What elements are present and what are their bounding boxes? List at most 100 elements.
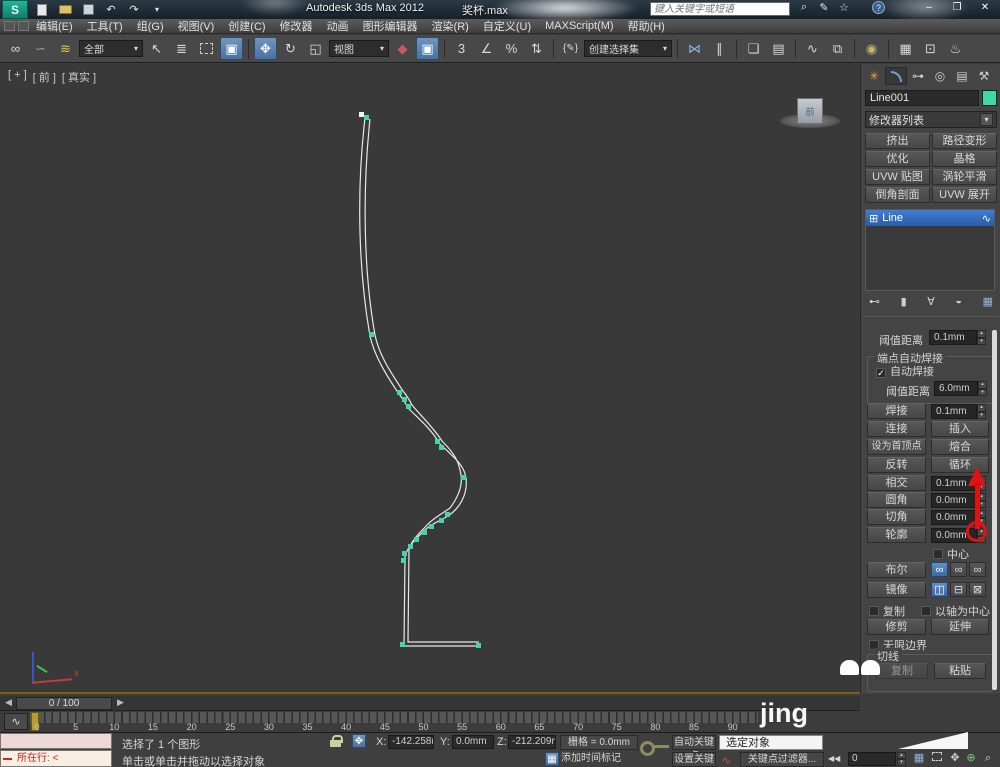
tab-modify-icon[interactable]	[885, 67, 907, 85]
auto-key-button[interactable]: 自动关键点	[672, 735, 716, 762]
set-key-button[interactable]: 设置关键点	[672, 752, 716, 767]
workspace-icon[interactable]	[4, 21, 15, 31]
spline-vertex[interactable]	[369, 332, 374, 337]
align-icon[interactable]: ∥	[708, 37, 731, 60]
turbosmooth-button[interactable]: 涡轮平滑	[932, 169, 997, 185]
default-tangent-icon[interactable]: ∿	[722, 754, 731, 767]
spline-vertex[interactable]	[439, 445, 444, 450]
extrude-button[interactable]: 挤出	[865, 133, 930, 149]
spline-vertex[interactable]	[401, 558, 406, 563]
maximize-button[interactable]: ❐	[944, 0, 970, 15]
center-checkbox[interactable]: 中心	[933, 546, 969, 562]
tangent-copy-button[interactable]: 复制	[876, 663, 928, 679]
mirror-both-icon[interactable]: ⊠	[969, 582, 986, 597]
copy-checkbox[interactable]: 复制	[869, 603, 905, 619]
object-name-field[interactable]: Line001	[865, 90, 979, 106]
menu-edit[interactable]: 编辑(E)	[36, 18, 73, 34]
select-and-scale-icon[interactable]: ◱	[304, 37, 327, 60]
fillet-button[interactable]: 圆角	[867, 492, 926, 508]
tab-create-icon[interactable]: ✳	[863, 67, 885, 85]
menu-help[interactable]: 帮助(H)	[628, 18, 665, 34]
spline-vertex[interactable]	[422, 530, 427, 535]
time-slider-prev-icon[interactable]: ◀	[5, 697, 12, 708]
communication-center-icon[interactable]: ✎	[816, 1, 832, 14]
time-configuration-icon[interactable]: ▦	[912, 751, 926, 765]
uvw-map-button[interactable]: UVW 贴图	[865, 169, 930, 185]
selection-lock-icon[interactable]	[330, 735, 343, 747]
menu-tools[interactable]: 工具(T)	[87, 18, 123, 34]
vertex-ticks-icon[interactable]: ∿	[982, 212, 991, 225]
selection-region-icon[interactable]	[195, 37, 218, 60]
menu-create[interactable]: 创建(C)	[228, 18, 265, 34]
spline-vertex[interactable]	[406, 404, 411, 409]
window-crossing-icon[interactable]: ▣	[220, 37, 243, 60]
orbit-icon[interactable]: ⊕	[964, 751, 978, 765]
z-coordinate-field[interactable]: -212.209mm	[508, 735, 556, 749]
menu-views[interactable]: 视图(V)	[178, 18, 215, 34]
render-setup-icon[interactable]: ▦	[894, 37, 917, 60]
remove-modifier-icon[interactable]: ◒	[955, 295, 962, 308]
pan-hand-icon[interactable]: ✥	[948, 751, 962, 765]
time-slider-handle[interactable]: 0 / 100	[16, 697, 112, 710]
lattice-button[interactable]: 晶格	[932, 151, 997, 167]
spline-vertex[interactable]	[476, 643, 481, 648]
favorites-icon[interactable]: ☆	[836, 1, 852, 14]
angle-snap-icon[interactable]: ∠	[475, 37, 498, 60]
snap-toggle-3d-icon[interactable]: 3	[450, 37, 473, 60]
bind-to-spacewarp-icon[interactable]: ≋	[54, 37, 77, 60]
frame-spinner[interactable]: ▴ ▾	[897, 752, 906, 766]
select-and-move-icon[interactable]: ✥	[254, 37, 277, 60]
previous-key-icon[interactable]: ◀◀	[828, 754, 840, 763]
stack-item-line[interactable]: ⊞ Line ∿	[866, 210, 994, 226]
make-first-button[interactable]: 设为首顶点	[867, 439, 926, 455]
expand-icon[interactable]: ⊞	[869, 212, 878, 225]
maxscript-listener-macro[interactable]	[0, 733, 112, 749]
menu-graph-editors[interactable]: 图形编辑器	[363, 18, 418, 34]
edit-named-selections-icon[interactable]: {✎}	[559, 37, 582, 60]
time-tag-icon[interactable]: ▦	[545, 752, 559, 766]
object-color-swatch[interactable]	[982, 90, 997, 106]
undo-icon[interactable]: ↶	[103, 3, 119, 17]
search-icon[interactable]: ⌕	[796, 1, 812, 14]
select-by-name-icon[interactable]: ≣	[170, 37, 193, 60]
extend-button[interactable]: 延伸	[931, 619, 989, 635]
key-selection-set-dropdown[interactable]: 选定对象	[719, 735, 823, 750]
close-button[interactable]: ✕	[972, 0, 998, 15]
spline-vertex[interactable]	[445, 512, 450, 517]
spline-vertex[interactable]	[402, 397, 407, 402]
path-deform-button[interactable]: 路径变形	[932, 133, 997, 149]
use-pivot-center-icon[interactable]: ▣	[416, 37, 439, 60]
chamfer-button[interactable]: 切角	[867, 509, 926, 525]
workspace-icon[interactable]	[18, 21, 29, 31]
app-logo-button[interactable]: S	[2, 0, 28, 19]
select-object-icon[interactable]: ↖	[145, 37, 168, 60]
menu-customize[interactable]: 自定义(U)	[483, 18, 531, 34]
reverse-button[interactable]: 反转	[867, 457, 926, 473]
absolute-mode-icon[interactable]: ✥	[352, 734, 366, 748]
mirror-icon[interactable]: ⋈	[683, 37, 706, 60]
x-coordinate-field[interactable]: -142.258mm	[388, 735, 434, 749]
tab-display-icon[interactable]: ▤	[951, 67, 973, 85]
spline-vertex[interactable]	[364, 115, 369, 120]
front-viewport[interactable]: [ + ] [ 前 ] [ 真实 ] 前 x	[0, 64, 860, 694]
spline-vertex[interactable]	[400, 642, 405, 647]
boolean-subtract-icon[interactable]: ∞	[950, 562, 967, 577]
make-unique-icon[interactable]: ∀	[927, 295, 935, 308]
weld-button[interactable]: 焊接	[867, 403, 926, 419]
outline-button[interactable]: 轮廓	[867, 527, 926, 543]
track-bar[interactable]: ∿ 0 5 10 15 20 25 30 35 40 45 50 55 60 65 70 75 80 85 90	[0, 712, 860, 732]
optimize-button[interactable]: 优化	[865, 151, 930, 167]
layer-manager-icon[interactable]: ❏	[742, 37, 765, 60]
new-file-icon[interactable]	[34, 3, 50, 17]
rendered-frame-window-icon[interactable]: ⊡	[919, 37, 942, 60]
modifier-stack[interactable]: ⊞ Line ∿	[865, 209, 995, 291]
zoom-extents-icon[interactable]	[930, 751, 944, 765]
spline-vertex[interactable]	[408, 544, 413, 549]
current-frame-field[interactable]: 0	[848, 752, 896, 766]
pin-stack-icon[interactable]: ⊷	[869, 295, 880, 308]
select-and-rotate-icon[interactable]: ↻	[279, 37, 302, 60]
cross-insert-button[interactable]: 相交	[867, 475, 926, 491]
mini-curve-editor-icon[interactable]: ∿	[4, 713, 28, 730]
spline-vertex[interactable]	[429, 524, 434, 529]
tab-hierarchy-icon[interactable]: ⊶	[907, 67, 929, 85]
